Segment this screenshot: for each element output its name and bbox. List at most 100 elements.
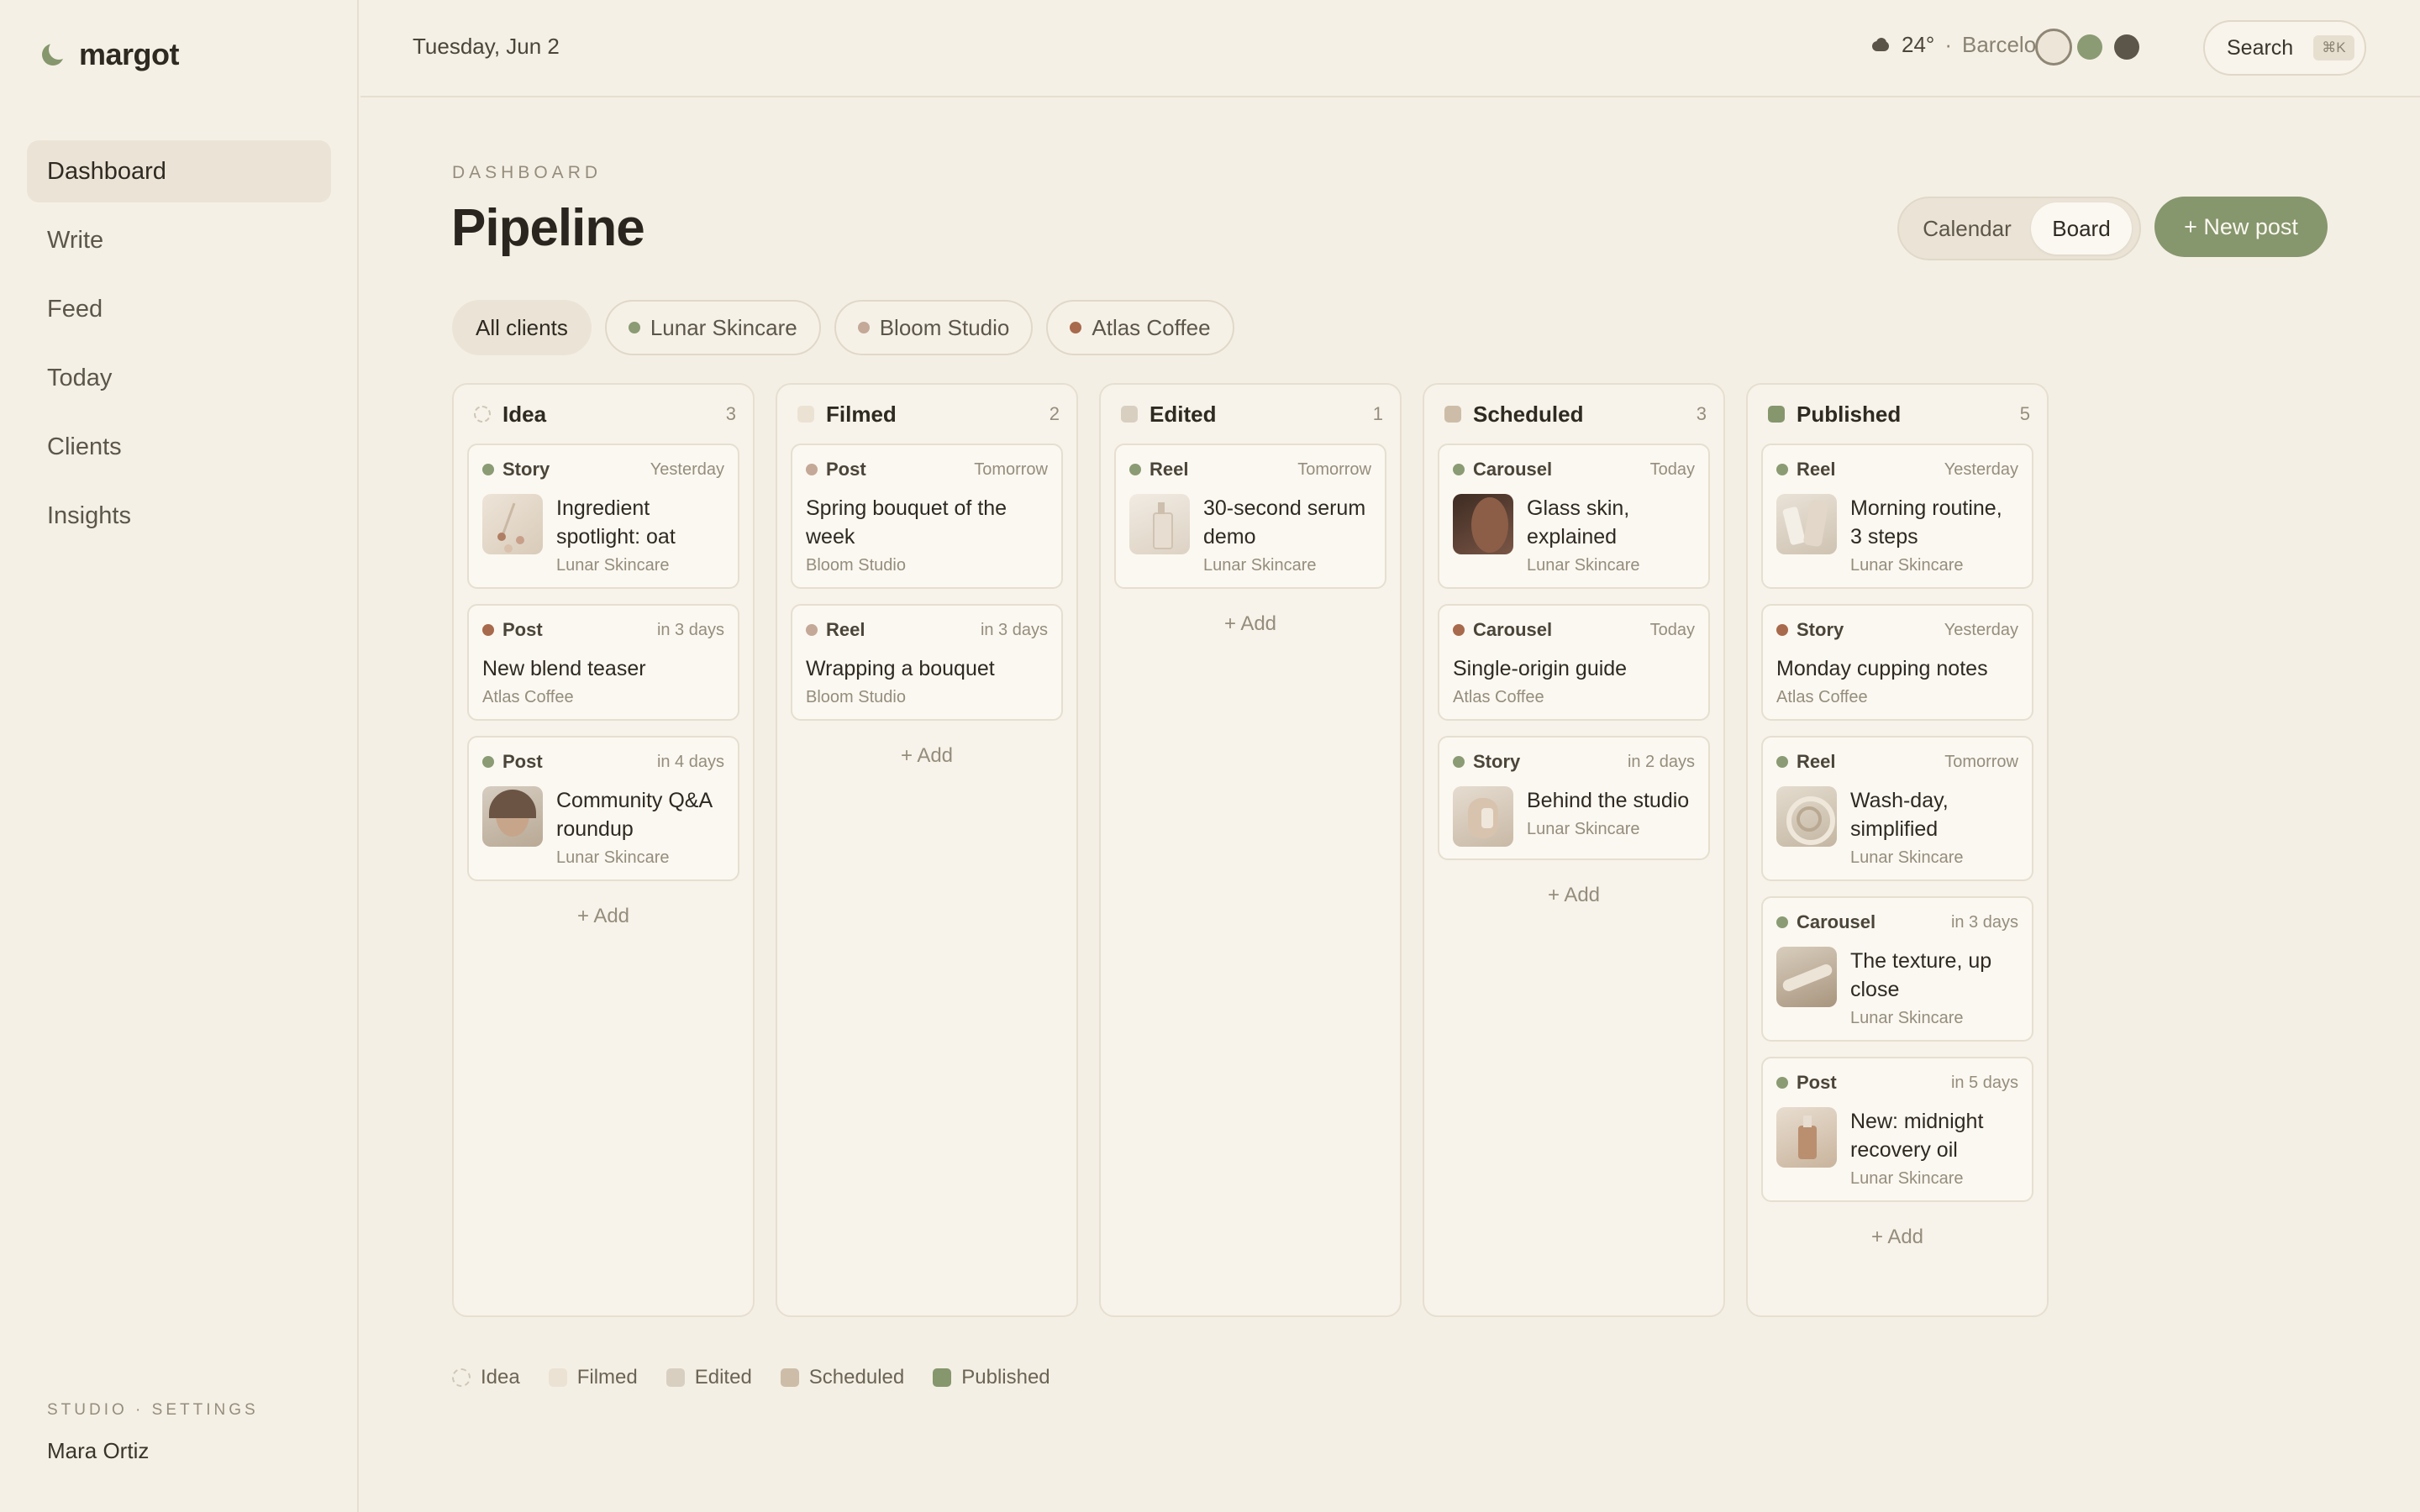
filter-atlas-coffee[interactable]: Atlas Coffee [1046,300,1234,355]
client-dot [1129,464,1141,475]
post-card[interactable]: Reel Tomorrow Wash-day, simplified Lunar Sk… [1761,736,2033,881]
sidebar-item-today[interactable]: Today [27,347,331,409]
theme-swatch-dark[interactable] [2114,34,2139,60]
card-body: 30-second serum demo Lunar Skincare [1129,494,1371,575]
column-count: 5 [2019,403,2030,424]
card-meta: Post in 3 days [482,619,724,641]
post-type: Post [826,459,866,480]
theme-swatch-sage[interactable] [2077,34,2102,60]
card-text: The texture, up close Lunar Skincare [1850,947,2018,1028]
legend-item-scheduled: Scheduled [780,1366,904,1389]
sidebar-item-feed[interactable]: Feed [27,278,331,340]
post-card[interactable]: Post in 3 days New blend teaser Atlas Coffe… [467,604,739,721]
status-scheduled-icon [1444,406,1461,423]
post-due: Yesterday [650,459,724,479]
post-thumbnail [1453,494,1513,554]
status-edited-icon [666,1368,685,1387]
column-count: 2 [1049,403,1060,424]
post-title: New: midnight recovery oil [1850,1110,1984,1162]
post-type: Reel [1797,751,1836,772]
column-title: Filmed [826,401,897,427]
post-title: 30-second serum demo [1203,496,1366,549]
add-card-button[interactable]: + Add [1114,604,1386,644]
column-header: Idea 3 [467,385,739,444]
status-filmed-icon [548,1368,567,1387]
post-title: Ingredient spotlight: oat [556,496,676,549]
search-shortcut: ⌘K [2313,35,2354,60]
add-card-button[interactable]: + Add [1438,875,1710,916]
post-card[interactable]: Story Yesterday Monday cupping notes Atlas … [1761,604,2033,721]
post-card[interactable]: Carousel Today Glass skin, explained Lunar … [1438,444,1710,589]
sidebar-footer: STUDIO · SETTINGS Mara Ortiz [47,1401,259,1464]
sidebar-item-dashboard[interactable]: Dashboard [27,140,331,202]
brand-name: margot [79,37,180,71]
card-body: New blend teaser Atlas Coffee [482,654,724,707]
post-type: Story [1473,751,1521,772]
add-card-button[interactable]: + Add [1761,1217,2033,1257]
status-published-icon [933,1368,952,1387]
post-card[interactable]: Reel Tomorrow 30-second serum demo Lunar Sk… [1114,444,1386,589]
post-thumbnail [1776,947,1837,1007]
card-text: Glass skin, explained Lunar Skincare [1527,494,1695,575]
post-card[interactable]: Post in 4 days Community Q&A roundup Lunar … [467,736,739,881]
current-user[interactable]: Mara Ortiz [47,1438,259,1464]
post-card[interactable]: Carousel in 3 days The texture, up close Lu… [1761,896,2033,1042]
card-text: Wrapping a bouquet Bloom Studio [806,654,1048,707]
card-meta: Story in 2 days [1453,751,1695,773]
sidebar-item-clients[interactable]: Clients [27,416,331,478]
studio-settings-link[interactable]: STUDIO · SETTINGS [47,1401,259,1420]
theme-swatch-light[interactable] [2035,29,2072,66]
card-text: New: midnight recovery oil Lunar Skincare [1850,1107,2018,1189]
filter-all-clients[interactable]: All clients [452,300,592,355]
card-meta: Post Tomorrow [806,459,1048,480]
post-due: in 3 days [656,620,724,639]
post-type: Reel [1150,459,1189,480]
brand[interactable]: margot [42,37,180,72]
legend-label: Edited [694,1366,752,1389]
post-type: Carousel [1473,619,1553,640]
client-dot [1070,322,1082,333]
post-card[interactable]: Post in 5 days New: midnight recovery oil L… [1761,1057,2033,1202]
sidebar-item-insights[interactable]: Insights [27,485,331,547]
post-card[interactable]: Carousel Today Single-origin guide Atlas Co… [1438,604,1710,721]
filter-label: All clients [476,314,568,340]
column-published: Published 5 Reel Yesterday Morning routine, … [1746,383,2049,1317]
column-header: Edited 1 [1114,385,1386,444]
post-title: Single-origin guide [1453,657,1628,680]
card-body: Glass skin, explained Lunar Skincare [1453,494,1695,575]
filter-lunar-skincare[interactable]: Lunar Skincare [604,300,821,355]
status-filmed-icon [797,406,814,423]
column-title: Published [1797,401,1902,427]
new-post-button[interactable]: + New post [2154,197,2328,257]
client-dot [1776,916,1788,928]
view-calendar-button[interactable]: Calendar [1903,202,2031,255]
client-dot [1776,624,1788,636]
sidebar-item-write[interactable]: Write [27,209,331,271]
post-card[interactable]: Story in 2 days Behind the studio Lunar Ski… [1438,736,1710,860]
card-meta: Story Yesterday [1776,619,2018,641]
card-meta: Story Yesterday [482,459,724,480]
post-client: Lunar Skincare [556,556,670,575]
post-client: Atlas Coffee [1776,688,1868,706]
post-card[interactable]: Reel Yesterday Morning routine, 3 steps Lun… [1761,444,2033,589]
post-thumbnail [1453,786,1513,847]
post-due: Tomorrow [974,459,1048,479]
client-dot [1776,1077,1788,1089]
column-count: 1 [1372,403,1383,424]
filter-label: Lunar Skincare [650,314,797,340]
add-card-button[interactable]: + Add [791,736,1063,776]
post-type: Carousel [1473,459,1553,480]
post-due: Today [1649,459,1695,479]
filter-label: Bloom Studio [879,314,1010,340]
filter-bloom-studio[interactable]: Bloom Studio [834,300,1034,355]
view-board-button[interactable]: Board [2031,202,2132,255]
status-idea-icon [452,1368,471,1387]
add-card-button[interactable]: + Add [467,896,739,937]
post-title: The texture, up close [1850,949,1992,1001]
post-type: Post [502,751,543,772]
post-thumbnail [1776,1107,1837,1168]
post-card[interactable]: Reel in 3 days Wrapping a bouquet Bloom Stu… [791,604,1063,721]
search-button[interactable]: Search ⌘K [2203,20,2366,76]
post-card[interactable]: Post Tomorrow Spring bouquet of the week Bl… [791,444,1063,589]
post-card[interactable]: Story Yesterday Ingredient spotlight: oat L… [467,444,739,589]
